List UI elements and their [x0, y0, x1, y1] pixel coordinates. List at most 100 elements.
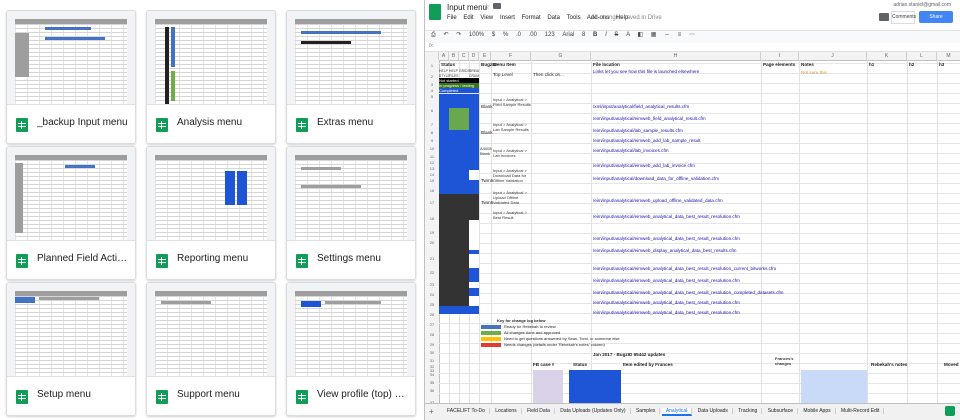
sheet-tab[interactable]: Data Uploads — [694, 408, 733, 414]
row-number[interactable]: 34 — [425, 372, 439, 377]
column-header[interactable]: B — [449, 52, 459, 60]
menu-item-cell[interactable]: Input > Analytical > Field Sample Result… — [493, 97, 531, 107]
file-location-cell[interactable]: /eim/input/analytical/eimweb_add_lab_inv… — [593, 163, 695, 168]
file-location-cell[interactable]: /eim/input/analytical/eimweb_analytical_… — [593, 310, 740, 315]
row-number[interactable]: 19 — [425, 230, 439, 235]
file-location-cell[interactable]: /eim/input/analytical/eimweb_upload_offl… — [593, 198, 723, 203]
row-number[interactable]: 10 — [425, 146, 439, 151]
select-all-corner[interactable] — [425, 52, 439, 60]
menu-item-cell[interactable]: Input > Analytical > Lab Invoices — [493, 148, 531, 158]
comments-button[interactable]: Comments — [891, 11, 916, 24]
menu-item-cell[interactable]: Input > Analytical > Best Result — [493, 210, 531, 220]
row-number[interactable]: 3 — [425, 82, 439, 87]
currency-button[interactable]: $ — [492, 32, 495, 38]
row-number[interactable]: 8 — [425, 130, 439, 135]
row-number[interactable]: 16 — [425, 188, 439, 193]
row-number[interactable]: 28 — [425, 332, 439, 337]
merge-icon[interactable]: ⇔ — [664, 32, 670, 38]
file-location-cell[interactable]: /eim/input/analytical/eimweb_field_analy… — [593, 116, 706, 121]
file-card[interactable]: _backup Input menu — [6, 10, 136, 144]
menu-view[interactable]: View — [480, 15, 493, 21]
spreadsheet-grid[interactable]: A B C D E F G H I J K L M 1 2 3 4 5 6 7 … — [425, 52, 960, 404]
font-size-select[interactable]: 8 — [582, 32, 585, 38]
menu-edit[interactable]: Edit — [463, 15, 473, 21]
explore-icon[interactable] — [945, 406, 955, 416]
row-number[interactable]: 18 — [425, 216, 439, 221]
sheet-tab[interactable]: Field Data — [523, 408, 555, 414]
file-location-cell[interactable]: /eim/input/analytical/lab_invoices.cfm — [593, 148, 669, 153]
bugzid-cell[interactable]: A4008 Blank — [480, 146, 492, 156]
sheet-tab[interactable]: Subsurface — [764, 408, 798, 414]
fill-color-icon[interactable]: ◧ — [637, 32, 643, 38]
sheet-tab[interactable]: FACELIFT To-Do — [443, 408, 490, 414]
menu-insert[interactable]: Insert — [500, 15, 515, 21]
menu-item-cell[interactable]: Input > Analytical > Upload Offline Vali… — [493, 190, 531, 205]
bugzid-cell[interactable]: Twm5 — [481, 178, 493, 183]
file-card[interactable]: Support menu — [146, 282, 276, 416]
column-header[interactable]: F — [491, 52, 531, 60]
italic-button[interactable]: I — [605, 32, 607, 38]
row-number[interactable]: 35 — [425, 380, 439, 385]
row-number[interactable]: 31 — [425, 358, 439, 363]
share-button[interactable]: Share — [919, 11, 953, 23]
sheet-tab[interactable]: Tracking — [734, 408, 763, 414]
menu-file[interactable]: File — [447, 15, 457, 21]
file-location-cell[interactable]: /eim/input/analytical/download_data_for_… — [593, 176, 719, 181]
number-format-button[interactable]: 123 — [545, 32, 555, 38]
column-header[interactable]: A — [439, 52, 449, 60]
file-card[interactable]: Extras menu — [286, 10, 416, 144]
file-location-cell[interactable]: /eim/input/analytical/eimweb_analytical_… — [593, 278, 740, 283]
file-card[interactable]: Planned Field Activit... — [6, 146, 136, 280]
row-number[interactable]: 15 — [425, 178, 439, 183]
row-number[interactable]: 24 — [425, 292, 439, 297]
document-title[interactable]: Input menu — [447, 3, 487, 12]
frances-changes-cell[interactable] — [801, 370, 867, 404]
print-icon[interactable]: ⎙ — [431, 32, 436, 38]
column-header[interactable]: C — [459, 52, 469, 60]
bugzid-cell[interactable]: Twm5 — [481, 200, 493, 205]
row-number[interactable]: 2 — [425, 74, 439, 79]
column-header[interactable]: H — [591, 52, 761, 60]
row-number[interactable]: 7 — [425, 122, 439, 127]
sheet-tab[interactable]: Samples — [632, 408, 661, 414]
row-number[interactable]: 29 — [425, 342, 439, 347]
file-location-cell[interactable]: /eim/input/analytical/eimweb_analytical_… — [593, 236, 740, 241]
menu-data[interactable]: Data — [547, 15, 560, 21]
column-header[interactable]: L — [907, 52, 937, 60]
cell-area[interactable]: Status BugzID Menu Item File location Pa… — [439, 60, 960, 404]
bold-button[interactable]: B — [593, 32, 597, 38]
increase-decimal-button[interactable]: .00 — [529, 32, 537, 38]
file-location-cell[interactable]: /eim/input/analytical/eimweb_analytical_… — [593, 290, 784, 295]
row-number[interactable]: 26 — [425, 312, 439, 317]
fb-case-cell[interactable] — [533, 370, 563, 404]
file-card[interactable]: View profile (top) m... — [286, 282, 416, 416]
file-location-cell[interactable]: /eim/input/analytical/eimweb_analytical_… — [593, 300, 740, 305]
file-card[interactable]: Setup menu — [6, 282, 136, 416]
file-location-cell[interactable]: /eim/input/analytical/eimweb_analytical_… — [593, 214, 740, 219]
file-card[interactable]: Settings menu — [286, 146, 416, 280]
sheet-tab-active[interactable]: Analytical — [661, 408, 693, 416]
column-header[interactable]: E — [479, 52, 491, 60]
percent-button[interactable]: % — [503, 32, 508, 38]
strikethrough-button[interactable]: S — [614, 32, 618, 38]
row-number[interactable]: 22 — [425, 270, 439, 275]
file-location-cell[interactable]: /xml/input/analytical/field_analytical_r… — [593, 104, 689, 109]
column-header[interactable]: J — [799, 52, 867, 60]
sheet-tab[interactable]: Data Uploads (Updates Only) — [556, 408, 631, 414]
sheets-logo-icon[interactable] — [429, 4, 441, 20]
account-email[interactable]: adrian.staniel@gmail.com — [893, 2, 951, 8]
file-location-cell[interactable]: /eim/input/analytical/eimweb_add_lab_sam… — [593, 138, 701, 143]
star-icon[interactable]: ☆ — [483, 2, 490, 11]
row-number[interactable]: 9 — [425, 138, 439, 143]
row-number[interactable]: 25 — [425, 302, 439, 307]
file-card[interactable]: Analysis menu — [146, 10, 276, 144]
text-color-button[interactable]: A — [626, 32, 630, 38]
row-number[interactable]: 23 — [425, 282, 439, 287]
row-number[interactable]: 30 — [425, 350, 439, 355]
menu-tools[interactable]: Tools — [567, 15, 581, 21]
row-number[interactable]: 13 — [425, 166, 439, 171]
top-note[interactable]: Links let you see how this file is launc… — [593, 69, 753, 74]
menu-format[interactable]: Format — [522, 15, 541, 21]
sheet-tab[interactable]: Multi-Record Edit — [837, 408, 885, 414]
status-cell[interactable] — [569, 370, 621, 404]
